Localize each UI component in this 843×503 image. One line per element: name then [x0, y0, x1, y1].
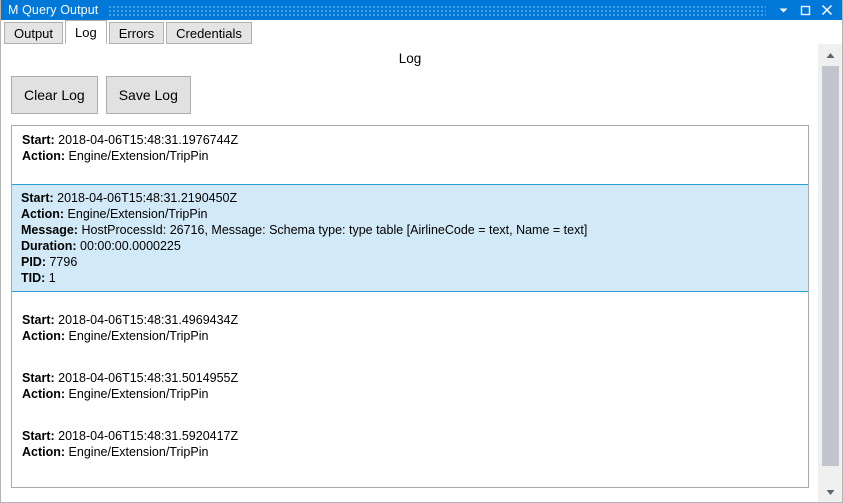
log-entry-action-line: Action: Engine/Extension/TripPin	[22, 148, 808, 164]
chevron-down-icon	[778, 5, 789, 16]
duration-value: 00:00:00.0000225	[80, 239, 181, 253]
clear-log-button[interactable]: Clear Log	[11, 76, 98, 114]
log-entry-duration-line: Duration: 00:00:00.0000225	[21, 238, 808, 254]
tab-log[interactable]: Log	[65, 20, 107, 44]
entry-spacer	[12, 292, 808, 306]
scrollbar-thumb[interactable]	[822, 66, 839, 466]
message-value: HostProcessId: 26716, Message: Schema ty…	[81, 223, 588, 237]
message-label: Message:	[21, 223, 78, 237]
log-entry-action-line: Action: Engine/Extension/TripPin	[22, 328, 808, 344]
scroll-up-button[interactable]	[818, 44, 842, 66]
action-label: Action:	[22, 329, 66, 343]
action-value: Engine/Extension/TripPin	[67, 207, 208, 221]
entry-spacer	[12, 466, 808, 480]
window-controls	[772, 0, 842, 20]
log-entry-start-line: Start: 2018-04-06T15:48:31.5920417Z	[22, 428, 808, 444]
tid-value: 1	[48, 271, 56, 285]
log-entry-pid-line: PID: 7796	[21, 254, 808, 270]
vertical-scrollbar[interactable]	[817, 44, 842, 502]
log-entry[interactable]: Start: 2018-04-06T15:48:31.5014955Z Acti…	[12, 364, 808, 408]
minimize-button[interactable]	[772, 0, 794, 20]
title-bar-grip	[108, 4, 766, 16]
action-label: Action:	[22, 149, 66, 163]
tid-label: TID:	[21, 271, 46, 285]
start-value: 2018-04-06T15:48:31.6089830Z	[58, 487, 238, 488]
pid-value: 7796	[49, 255, 78, 269]
start-value: 2018-04-06T15:48:31.5014955Z	[58, 371, 239, 385]
log-list-panel[interactable]: Start: 2018-04-06T15:48:31.1976744Z Acti…	[11, 125, 809, 488]
action-value: Engine/Extension/TripPin	[68, 445, 209, 459]
tab-credentials[interactable]: Credentials	[166, 22, 252, 44]
log-entry[interactable]: Start: 2018-04-06T15:48:31.6089830Z Acti…	[12, 480, 808, 488]
start-label: Start:	[22, 313, 55, 327]
log-entry[interactable]: Start: 2018-04-06T15:48:31.5920417Z Acti…	[12, 422, 808, 466]
start-label: Start:	[22, 133, 55, 147]
tab-output[interactable]: Output	[4, 22, 64, 44]
log-entry-action-line: Action: Engine/Extension/TripPin	[22, 444, 808, 460]
scroll-down-button[interactable]	[818, 481, 842, 502]
square-icon	[800, 5, 811, 16]
pid-label: PID:	[21, 255, 46, 269]
tab-credentials-label: Credentials	[176, 25, 242, 41]
entry-spacer	[12, 350, 808, 364]
triangle-down-icon	[826, 483, 835, 501]
start-value: 2018-04-06T15:48:31.4969434Z	[58, 313, 239, 327]
maximize-button[interactable]	[794, 0, 816, 20]
action-value: Engine/Extension/TripPin	[68, 329, 209, 343]
tab-errors[interactable]: Errors	[108, 22, 165, 44]
action-value: Engine/Extension/TripPin	[68, 149, 209, 163]
log-entry-selected[interactable]: Start: 2018-04-06T15:48:31.2190450Z Acti…	[12, 184, 808, 292]
scrollbar-track[interactable]	[818, 66, 842, 481]
duration-label: Duration:	[21, 239, 77, 253]
tab-output-label: Output	[14, 25, 54, 41]
action-label: Action:	[22, 387, 66, 401]
entry-spacer	[12, 170, 808, 184]
start-value: 2018-04-06T15:48:31.5920417Z	[58, 429, 239, 443]
window-title: M Query Output	[8, 3, 99, 17]
start-label: Start:	[21, 191, 54, 205]
start-label: Start:	[22, 429, 55, 443]
page-title: Log	[398, 51, 422, 66]
log-entry-start-line: Start: 2018-04-06T15:48:31.2190450Z	[21, 190, 808, 206]
action-value: Engine/Extension/TripPin	[68, 387, 209, 401]
m-query-output-window: M Query Output Output Log Errors Credent…	[0, 0, 843, 503]
action-label: Action:	[22, 445, 66, 459]
tab-strip: Output Log Errors Credentials	[1, 20, 842, 44]
log-entry-message-line: Message: HostProcessId: 26716, Message: …	[21, 222, 808, 238]
log-entry[interactable]: Start: 2018-04-06T15:48:31.4969434Z Acti…	[12, 306, 808, 350]
log-entry-tid-line: TID: 1	[21, 270, 808, 286]
tab-errors-label: Errors	[118, 25, 155, 41]
tab-log-label: Log	[75, 24, 97, 40]
log-entry[interactable]: Start: 2018-04-06T15:48:31.1976744Z Acti…	[12, 126, 808, 170]
log-entry-start-line: Start: 2018-04-06T15:48:31.1976744Z	[22, 132, 808, 148]
close-icon	[821, 4, 833, 16]
save-log-button[interactable]: Save Log	[105, 76, 191, 114]
triangle-up-icon	[826, 46, 835, 64]
log-entry-action-line: Action: Engine/Extension/TripPin	[21, 206, 808, 222]
close-button[interactable]	[816, 0, 838, 20]
start-value: 2018-04-06T15:48:31.2190450Z	[57, 191, 238, 205]
title-bar: M Query Output	[1, 0, 842, 20]
log-toolbar: Clear Log Save Log	[11, 76, 199, 114]
entry-spacer	[12, 408, 808, 422]
log-entry-action-line: Action: Engine/Extension/TripPin	[22, 386, 808, 402]
start-label: Start:	[22, 487, 55, 488]
start-value: 2018-04-06T15:48:31.1976744Z	[58, 133, 239, 147]
log-entry-start-line: Start: 2018-04-06T15:48:31.5014955Z	[22, 370, 808, 386]
log-entry-start-line: Start: 2018-04-06T15:48:31.4969434Z	[22, 312, 808, 328]
start-label: Start:	[22, 371, 55, 385]
log-entry-start-line: Start: 2018-04-06T15:48:31.6089830Z	[22, 486, 808, 488]
action-label: Action:	[21, 207, 65, 221]
log-tab-content: Log Clear Log Save Log Start: 2018-04-06…	[1, 44, 819, 502]
